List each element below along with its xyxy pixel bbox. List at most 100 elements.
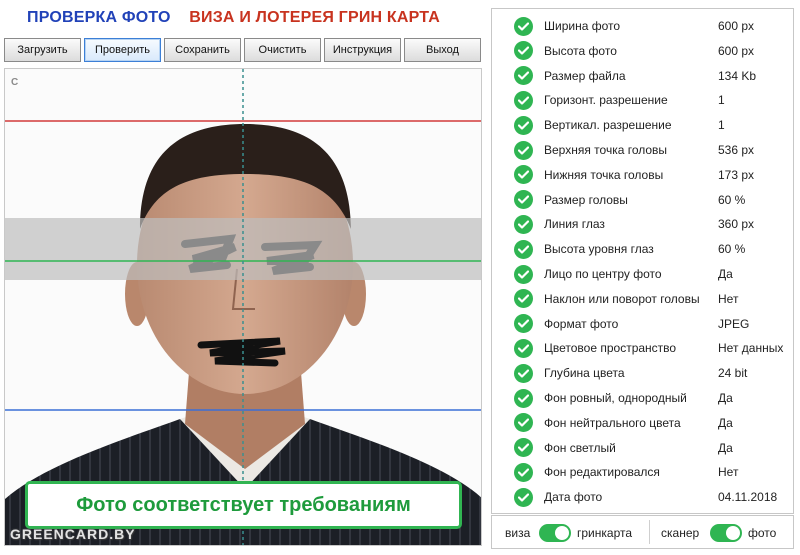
- check-label: Цветовое пространство: [544, 341, 677, 356]
- check-ok-icon: [514, 41, 533, 61]
- check-row: Лицо по центру фото Да: [492, 262, 793, 286]
- instructions-button[interactable]: Инструкция: [324, 38, 401, 62]
- greencard-label: гринкарта: [577, 526, 633, 540]
- check-label: Фон нейтрального цвета: [544, 415, 681, 430]
- check-ok-icon: [514, 66, 533, 86]
- switch-divider: [649, 520, 650, 544]
- watermark: GREENCARD.BY: [10, 526, 136, 542]
- status-banner: Фото соответствует требованиям: [25, 481, 462, 529]
- check-ok-icon: [514, 438, 533, 458]
- photo-label: фото: [748, 526, 777, 540]
- check-ok-icon: [514, 165, 533, 185]
- check-label: Вертикал. разрешение: [544, 118, 672, 133]
- check-value: Нет данных: [718, 341, 784, 356]
- check-value: 04.11.2018: [718, 490, 778, 505]
- check-value: JPEG: [718, 316, 750, 331]
- check-ok-icon: [514, 239, 533, 259]
- check-label: Верхняя точка головы: [544, 143, 668, 157]
- check-row: Ширина фото 600 px: [492, 14, 793, 38]
- check-label: Фон ровный, однородный: [544, 391, 687, 405]
- photo-corner-mark: С: [11, 77, 19, 88]
- check-value: 24 bit: [718, 366, 748, 381]
- check-value: 536 px: [718, 143, 755, 157]
- check-value: Да: [718, 415, 733, 430]
- check-ok-icon: [514, 264, 533, 284]
- check-label: Наклон или поворот головы: [544, 291, 700, 306]
- check-ok-icon: [514, 487, 533, 507]
- checks-panel: Ширина фото 600 px Высота фото 600 px Размер…: [491, 8, 794, 514]
- check-ok-icon: [514, 115, 533, 135]
- check-ok-icon: [514, 338, 533, 358]
- check-value: Да: [718, 391, 733, 405]
- check-label: Размер файла: [544, 68, 626, 83]
- app-title: ПРОВЕРКА ФОТО ВИЗА И ЛОТЕРЕЯ ГРИН КАРТА: [27, 9, 440, 27]
- check-ok-icon: [514, 462, 533, 482]
- check-label: Размер головы: [544, 192, 628, 207]
- check-label: Нижняя точка головы: [544, 167, 664, 182]
- check-row: Дата фото 04.11.2018: [492, 485, 793, 509]
- title-check-photo: ПРОВЕРКА ФОТО: [27, 9, 171, 26]
- check-row: Вертикал. разрешение 1: [492, 113, 793, 137]
- check-label: Высота уровня глаз: [544, 242, 654, 257]
- check-row: Верхняя точка головы 536 px: [492, 138, 793, 162]
- check-label: Фон редактировался: [544, 465, 660, 480]
- check-label: Ширина фото: [544, 19, 621, 33]
- check-label: Высота фото: [544, 43, 617, 58]
- check-row: Фон ровный, однородный Да: [492, 386, 793, 410]
- exit-button[interactable]: Выход: [404, 38, 481, 62]
- check-row: Горизонт. разрешение 1: [492, 88, 793, 112]
- check-ok-icon: [514, 190, 533, 210]
- check-ok-icon: [514, 90, 533, 110]
- check-row: Высота уровня глаз 60 %: [492, 237, 793, 261]
- check-row: Цветовое пространство Нет данных: [492, 336, 793, 360]
- check-value: 1: [718, 118, 725, 133]
- check-ok-icon: [514, 314, 533, 334]
- toolbar: Загрузить Проверить Сохранить Очистить И…: [4, 38, 484, 62]
- check-button[interactable]: Проверить: [84, 38, 161, 62]
- toggle-knob: [726, 526, 740, 540]
- check-ok-icon: [514, 140, 533, 160]
- check-label: Дата фото: [544, 490, 603, 505]
- check-row: Глубина цвета 24 bit: [492, 361, 793, 385]
- check-value: 173 px: [718, 167, 755, 182]
- check-label: Лицо по центру фото: [544, 267, 662, 281]
- check-label: Фон светлый: [544, 440, 616, 455]
- portrait-image: [5, 69, 481, 545]
- check-ok-icon: [514, 16, 533, 36]
- check-value: Да: [718, 440, 733, 455]
- check-value: Да: [718, 267, 733, 281]
- visa-label: виза: [505, 526, 531, 540]
- check-row: Линия глаз 360 px: [492, 212, 793, 236]
- check-ok-icon: [514, 289, 533, 309]
- check-ok-icon: [514, 388, 533, 408]
- check-row: Фон редактировался Нет: [492, 460, 793, 484]
- photo-preview[interactable]: С: [4, 68, 482, 546]
- scanner-photo-toggle[interactable]: [710, 524, 742, 542]
- check-label: Формат фото: [544, 316, 619, 331]
- check-value: 60 %: [718, 242, 746, 257]
- check-ok-icon: [514, 214, 533, 234]
- load-button[interactable]: Загрузить: [4, 38, 81, 62]
- check-row: Фон нейтрального цвета Да: [492, 411, 793, 435]
- toggle-knob: [555, 526, 569, 540]
- check-row: Наклон или поворот головы Нет: [492, 287, 793, 311]
- check-label: Горизонт. разрешение: [544, 93, 668, 108]
- mode-switches: виза гринкарта сканер фото: [491, 515, 794, 549]
- check-row: Формат фото JPEG: [492, 312, 793, 336]
- check-ok-icon: [514, 413, 533, 433]
- check-value: 600 px: [718, 43, 755, 58]
- check-row: Размер головы 60 %: [492, 188, 793, 212]
- check-value: 134 Kb: [718, 68, 757, 83]
- save-button[interactable]: Сохранить: [164, 38, 241, 62]
- check-value: 60 %: [718, 192, 746, 207]
- check-value: 600 px: [718, 19, 755, 33]
- visa-greencard-toggle[interactable]: [539, 524, 571, 542]
- check-row: Фон светлый Да: [492, 436, 793, 460]
- check-row: Высота фото 600 px: [492, 39, 793, 63]
- check-ok-icon: [514, 363, 533, 383]
- check-value: Нет: [718, 465, 739, 480]
- check-row: Нижняя точка головы 173 px: [492, 163, 793, 187]
- clear-button[interactable]: Очистить: [244, 38, 321, 62]
- scanner-label: сканер: [661, 526, 700, 540]
- check-row: Размер файла 134 Kb: [492, 64, 793, 88]
